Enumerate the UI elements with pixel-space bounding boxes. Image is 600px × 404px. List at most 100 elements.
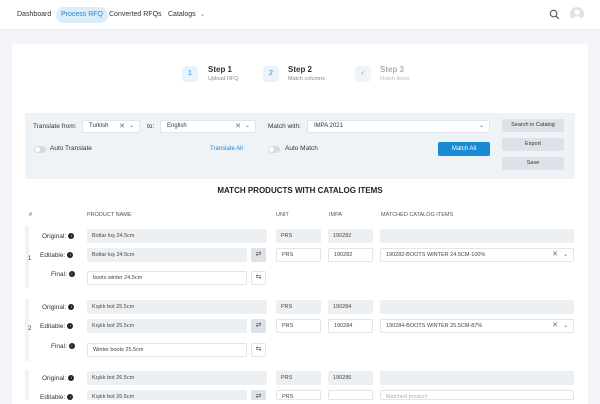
column-header-unit: UNIT xyxy=(276,212,289,218)
auto-match-toggle[interactable] xyxy=(268,146,280,153)
final-product-name[interactable]: boots winter 24.5cm xyxy=(87,271,247,285)
step-2-title: Step 2 xyxy=(288,65,313,74)
editable-unit[interactable]: PRS xyxy=(276,248,321,262)
original-matched xyxy=(380,229,574,243)
swap-icon[interactable]: ⇆ xyxy=(251,271,266,285)
editable-unit[interactable]: PRS xyxy=(276,390,321,400)
info-icon: i xyxy=(68,343,75,350)
nav-process-rfq[interactable]: Process RFQ xyxy=(56,7,109,23)
row-number: 1 xyxy=(28,256,32,262)
match-with-value: IMPA 2021 xyxy=(314,123,343,129)
original-label-text: Original: xyxy=(42,233,67,240)
match-all-button[interactable]: Match All xyxy=(438,142,490,156)
info-icon: i xyxy=(68,375,75,382)
user-avatar-icon[interactable] xyxy=(570,7,584,21)
step-1-title: Step 1 xyxy=(208,65,233,74)
original-label: Original: i xyxy=(42,304,75,311)
info-icon: i xyxy=(67,252,74,259)
info-icon: i xyxy=(68,271,75,278)
match-with-select[interactable]: IMPA 2021 ⌄ xyxy=(307,120,490,133)
to-label: to: xyxy=(147,123,155,130)
original-impa: 190282 xyxy=(328,229,373,243)
search-icon[interactable] xyxy=(549,9,560,20)
match-with-label: Match with: xyxy=(268,123,301,130)
original-unit: PRS xyxy=(276,300,321,314)
final-label: Final: i xyxy=(51,271,75,278)
matched-catalog-placeholder: Matched product xyxy=(386,394,427,400)
info-icon: i xyxy=(68,233,75,240)
chevron-down-icon: ⌄ xyxy=(478,123,484,129)
translate-from-select[interactable]: Turkish ✕ ⌄ xyxy=(82,120,140,133)
nav-catalogs[interactable]: Catalogs ⌄ xyxy=(163,7,210,23)
matched-catalog-value: 190282-BOOTS WINTER 24.5CM-100% xyxy=(386,252,486,258)
step-1-badge: 1 xyxy=(182,66,198,82)
matched-catalog-select[interactable]: 190282-BOOTS WINTER 24.5CM-100% ✕ ⌄ xyxy=(380,248,574,262)
original-impa: 190286 xyxy=(328,371,373,385)
editable-product-name[interactable]: Botlar kış 24.5cm xyxy=(87,248,247,262)
nav-converted-rfqs[interactable]: Converted RFQs xyxy=(104,7,167,23)
step-2-subtitle: Match columns xyxy=(288,76,325,82)
original-unit: PRS xyxy=(276,371,321,385)
final-product-name[interactable]: Winter boots 25.5cm xyxy=(87,343,247,357)
translate-to-select[interactable]: English ✕ ⌄ xyxy=(160,120,256,133)
editable-unit[interactable]: PRS xyxy=(276,319,321,333)
chevron-down-icon: ⌄ xyxy=(562,323,568,329)
translate-icon[interactable]: ⇄ xyxy=(251,248,266,262)
original-impa: 190284 xyxy=(328,300,373,314)
search-in-catalog-button[interactable]: Search in Catalog xyxy=(502,119,564,132)
matched-catalog-value: 190284-BOOTS WINTER 25.5CM-87% xyxy=(386,323,483,329)
step-2-badge: 2 xyxy=(263,66,279,82)
chevron-down-icon: ⌄ xyxy=(562,252,568,258)
matched-catalog-select[interactable]: Matched product xyxy=(380,390,574,400)
editable-product-name[interactable]: Kışlık bot 26.5cm xyxy=(87,390,247,400)
editable-label: Editable: i xyxy=(40,323,74,330)
clear-icon[interactable]: ✕ xyxy=(119,121,125,132)
original-label-text: Original: xyxy=(42,375,67,382)
translate-icon[interactable]: ⇄ xyxy=(251,319,266,333)
auto-match-label: Auto Match xyxy=(285,145,318,152)
chevron-down-icon: ⌄ xyxy=(128,123,134,129)
editable-impa[interactable]: 190284 xyxy=(328,319,373,333)
nav-catalogs-label: Catalogs xyxy=(168,11,196,18)
clear-icon[interactable]: ✕ xyxy=(235,121,241,132)
section-title: MATCH PRODUCTS WITH CATALOG ITEMS xyxy=(217,186,383,195)
original-label-text: Original: xyxy=(42,304,67,311)
final-label-text: Final: xyxy=(51,271,67,278)
editable-product-name[interactable]: Kışlık bot 25.5cm xyxy=(87,319,247,333)
original-label: Original: i xyxy=(42,375,75,382)
editable-impa[interactable] xyxy=(328,390,373,400)
step-3-subtitle: Match items xyxy=(380,76,410,82)
original-product-name: Kışlık bot 25.5cm xyxy=(87,300,267,314)
editable-label-text: Editable: xyxy=(40,252,66,259)
original-product-name: Kışlık bot 26.5cm xyxy=(87,371,267,385)
matched-catalog-select[interactable]: 190284-BOOTS WINTER 25.5CM-87% ✕ ⌄ xyxy=(380,319,574,333)
info-icon: i xyxy=(68,304,75,311)
step-1-subtitle: Upload RFQ xyxy=(208,76,239,82)
info-icon: i xyxy=(67,323,74,330)
auto-translate-toggle[interactable] xyxy=(34,146,46,153)
export-button[interactable]: Export xyxy=(502,138,564,151)
chevron-down-icon: ⌄ xyxy=(244,123,250,129)
nav-dashboard[interactable]: Dashboard xyxy=(12,7,56,23)
translate-to-value: English xyxy=(167,123,187,129)
column-header-number: # xyxy=(29,212,33,218)
translate-from-value: Turkish xyxy=(89,123,109,129)
chevron-down-icon: ⌄ xyxy=(199,11,206,18)
translate-icon[interactable]: ⇄ xyxy=(251,390,266,400)
original-unit: PRS xyxy=(276,229,321,243)
save-button[interactable]: Save xyxy=(502,157,564,170)
clear-icon[interactable]: ✕ xyxy=(552,249,558,261)
original-matched xyxy=(380,300,574,314)
auto-translate-label: Auto Translate xyxy=(50,145,92,152)
info-icon: i xyxy=(67,394,74,401)
swap-icon[interactable]: ⇆ xyxy=(251,343,266,357)
row-indicator xyxy=(25,370,29,400)
check-icon: ✓ xyxy=(355,66,371,82)
original-product-name: Botlar kış 24.5cm xyxy=(87,229,267,243)
original-label: Original: i xyxy=(42,233,75,240)
clear-icon[interactable]: ✕ xyxy=(552,320,558,332)
editable-label-text: Editable: xyxy=(40,323,66,330)
editable-impa[interactable]: 190282 xyxy=(328,248,373,262)
translate-all-link[interactable]: Translate All xyxy=(210,146,243,152)
column-header-impa: IMPA xyxy=(329,212,343,218)
